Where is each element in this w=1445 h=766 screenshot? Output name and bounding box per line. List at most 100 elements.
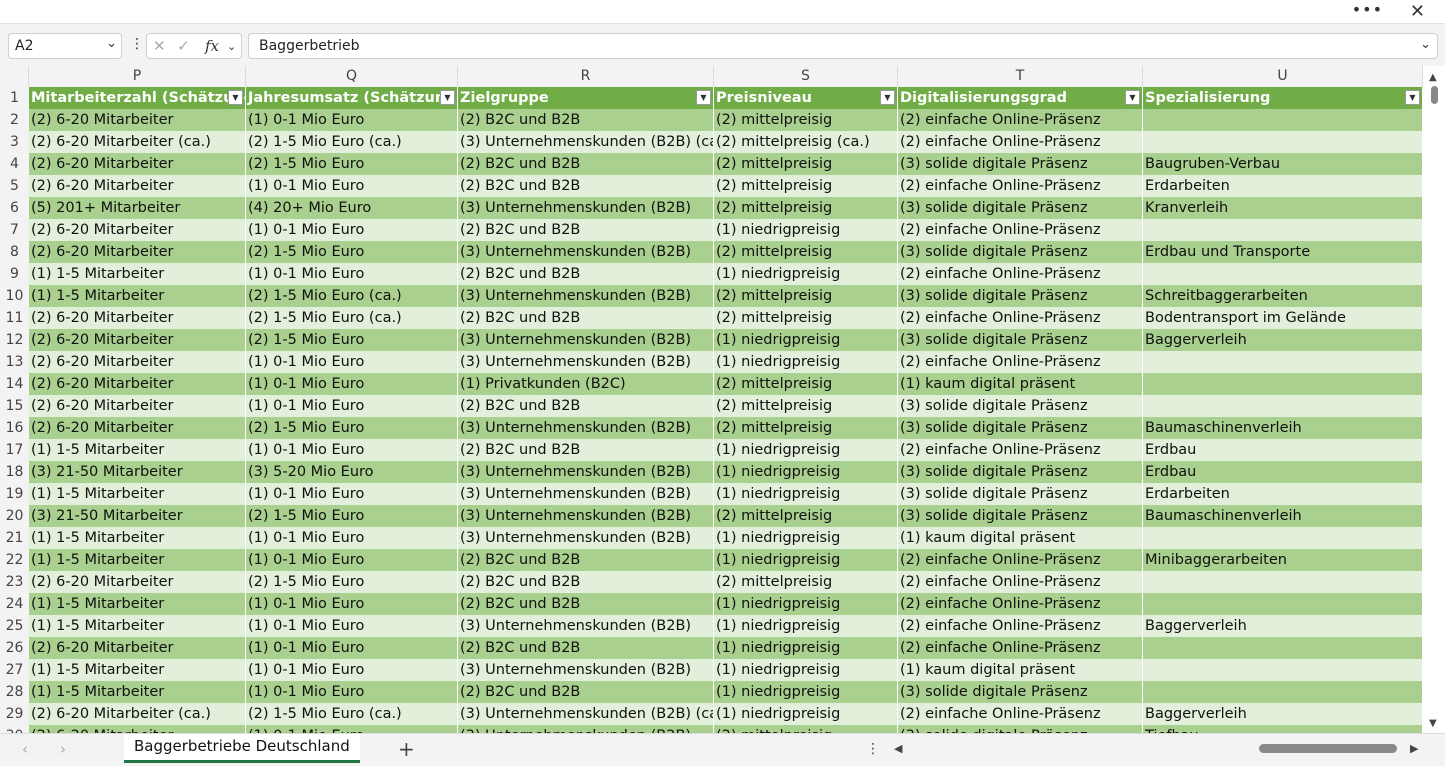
row-number[interactable]: 30 bbox=[0, 725, 29, 733]
table-cell[interactable]: (1) niedrigpreisig bbox=[714, 593, 898, 615]
table-cell[interactable]: (2) mittelpreisig bbox=[714, 373, 898, 395]
table-cell[interactable]: (1) 0-1 Mio Euro bbox=[246, 439, 458, 461]
table-cell[interactable]: Schreitbaggerarbeiten bbox=[1143, 285, 1423, 307]
column-header-u[interactable]: U bbox=[1143, 66, 1423, 87]
column-header-s[interactable]: S bbox=[714, 66, 898, 87]
table-cell[interactable]: (5) 201+ Mitarbeiter bbox=[29, 197, 246, 219]
table-cell[interactable]: (3) Unternehmenskunden (B2B) bbox=[458, 285, 714, 307]
previous-sheet-icon[interactable]: ‹ bbox=[22, 740, 28, 758]
row-number[interactable]: 29 bbox=[0, 703, 29, 725]
table-cell[interactable] bbox=[1143, 659, 1423, 681]
vertical-dots-icon[interactable]: ⋮ bbox=[130, 36, 144, 52]
row-number[interactable]: 1 bbox=[0, 87, 29, 109]
table-cell[interactable]: (3) 21-50 Mitarbeiter bbox=[29, 505, 246, 527]
table-cell[interactable]: (3) Unternehmenskunden (B2B) (ca.) bbox=[458, 703, 714, 725]
row-number[interactable]: 17 bbox=[0, 439, 29, 461]
table-cell[interactable]: (2) einfache Online-Präsenz bbox=[898, 109, 1143, 131]
table-cell[interactable]: (1) niedrigpreisig bbox=[714, 219, 898, 241]
table-cell[interactable]: (3) Unternehmenskunden (B2B) bbox=[458, 505, 714, 527]
expand-formula-icon[interactable]: ⌄ bbox=[1420, 37, 1431, 52]
chevron-down-icon[interactable]: ⌄ bbox=[227, 40, 236, 53]
table-cell[interactable] bbox=[1143, 109, 1423, 131]
row-number[interactable]: 24 bbox=[0, 593, 29, 615]
table-cell[interactable]: (3) Unternehmenskunden (B2B) bbox=[458, 197, 714, 219]
table-cell[interactable]: (3) solide digitale Präsenz bbox=[898, 395, 1143, 417]
table-cell[interactable]: (3) Unternehmenskunden (B2B) bbox=[458, 527, 714, 549]
table-cell[interactable]: (1) niedrigpreisig bbox=[714, 439, 898, 461]
table-cell[interactable]: (2) mittelpreisig bbox=[714, 285, 898, 307]
table-cell[interactable]: Erdarbeiten bbox=[1143, 175, 1423, 197]
filter-dropdown-icon[interactable]: ▼ bbox=[440, 90, 455, 105]
table-cell[interactable]: (1) 0-1 Mio Euro bbox=[246, 483, 458, 505]
table-cell[interactable]: Erdbau bbox=[1143, 461, 1423, 483]
table-cell[interactable] bbox=[1143, 527, 1423, 549]
table-cell[interactable]: (1) 1-5 Mitarbeiter bbox=[29, 285, 246, 307]
chevron-down-icon[interactable]: ⌄ bbox=[106, 36, 117, 51]
table-cell[interactable]: (2) einfache Online-Präsenz bbox=[898, 307, 1143, 329]
row-number[interactable]: 14 bbox=[0, 373, 29, 395]
formula-input[interactable]: Baggerbetrieb ⌄ bbox=[248, 33, 1438, 59]
vertical-scrollbar[interactable]: ▲ ▼ bbox=[1423, 66, 1445, 733]
table-cell[interactable]: (2) B2C und B2B bbox=[458, 681, 714, 703]
table-cell[interactable]: (1) niedrigpreisig bbox=[714, 483, 898, 505]
table-cell[interactable]: (2) einfache Online-Präsenz bbox=[898, 131, 1143, 153]
enter-icon[interactable]: ✓ bbox=[177, 37, 190, 55]
table-cell[interactable]: (2) einfache Online-Präsenz bbox=[898, 615, 1143, 637]
row-number[interactable]: 10 bbox=[0, 285, 29, 307]
table-cell[interactable]: (2) einfache Online-Präsenz bbox=[898, 637, 1143, 659]
row-number[interactable]: 18 bbox=[0, 461, 29, 483]
column-header-q[interactable]: Q bbox=[246, 66, 458, 87]
row-number[interactable]: 8 bbox=[0, 241, 29, 263]
table-cell[interactable]: (1) niedrigpreisig bbox=[714, 703, 898, 725]
table-cell[interactable]: (2) 1-5 Mio Euro (ca.) bbox=[246, 703, 458, 725]
table-cell[interactable]: (3) Unternehmenskunden (B2B) bbox=[458, 351, 714, 373]
row-number[interactable]: 12 bbox=[0, 329, 29, 351]
table-cell[interactable]: (1) niedrigpreisig bbox=[714, 615, 898, 637]
table-cell[interactable]: (3) solide digitale Präsenz bbox=[898, 725, 1143, 733]
vertical-dots-icon[interactable]: ⋮ bbox=[866, 741, 880, 757]
table-cell[interactable] bbox=[1143, 637, 1423, 659]
select-all-corner[interactable] bbox=[0, 66, 29, 87]
row-number[interactable]: 6 bbox=[0, 197, 29, 219]
table-cell[interactable]: (3) solide digitale Präsenz bbox=[898, 483, 1143, 505]
table-cell[interactable]: (1) 1-5 Mitarbeiter bbox=[29, 439, 246, 461]
table-cell[interactable]: (1) 0-1 Mio Euro bbox=[246, 351, 458, 373]
table-cell[interactable]: (2) 1-5 Mio Euro bbox=[246, 241, 458, 263]
insert-function-icon[interactable]: fx bbox=[205, 37, 219, 55]
table-cell[interactable]: (1) niedrigpreisig bbox=[714, 637, 898, 659]
table-cell[interactable]: (3) solide digitale Präsenz bbox=[898, 285, 1143, 307]
row-number[interactable]: 19 bbox=[0, 483, 29, 505]
row-number[interactable]: 9 bbox=[0, 263, 29, 285]
table-cell[interactable]: (1) 0-1 Mio Euro bbox=[246, 659, 458, 681]
table-cell[interactable]: (2) 1-5 Mio Euro bbox=[246, 329, 458, 351]
table-cell[interactable]: (3) solide digitale Präsenz bbox=[898, 241, 1143, 263]
row-number[interactable]: 22 bbox=[0, 549, 29, 571]
table-cell[interactable]: (1) niedrigpreisig bbox=[714, 351, 898, 373]
table-cell[interactable]: (1) niedrigpreisig bbox=[714, 263, 898, 285]
table-cell[interactable]: (3) solide digitale Präsenz bbox=[898, 329, 1143, 351]
table-cell[interactable]: Kranverleih bbox=[1143, 197, 1423, 219]
filter-dropdown-icon[interactable]: ▼ bbox=[228, 90, 243, 105]
table-cell[interactable]: (2) B2C und B2B bbox=[458, 153, 714, 175]
table-cell[interactable]: (1) 0-1 Mio Euro bbox=[246, 175, 458, 197]
table-cell[interactable]: (2) 6-20 Mitarbeiter bbox=[29, 725, 246, 733]
table-cell[interactable]: (2) 6-20 Mitarbeiter bbox=[29, 417, 246, 439]
table-cell[interactable]: (1) 0-1 Mio Euro bbox=[246, 725, 458, 733]
table-cell[interactable]: (3) Unternehmenskunden (B2B) bbox=[458, 241, 714, 263]
table-cell[interactable]: (1) 0-1 Mio Euro bbox=[246, 637, 458, 659]
row-number[interactable]: 13 bbox=[0, 351, 29, 373]
table-cell[interactable]: (1) 1-5 Mitarbeiter bbox=[29, 681, 246, 703]
table-cell[interactable]: (3) 5-20 Mio Euro bbox=[246, 461, 458, 483]
table-cell[interactable]: (1) 0-1 Mio Euro bbox=[246, 109, 458, 131]
name-box[interactable]: A2 ⌄ bbox=[8, 33, 122, 59]
table-cell[interactable]: (2) B2C und B2B bbox=[458, 549, 714, 571]
table-cell[interactable]: (2) 6-20 Mitarbeiter bbox=[29, 175, 246, 197]
table-cell[interactable]: (1) 0-1 Mio Euro bbox=[246, 681, 458, 703]
table-cell[interactable]: (1) 0-1 Mio Euro bbox=[246, 549, 458, 571]
column-header-t[interactable]: T bbox=[898, 66, 1143, 87]
table-cell[interactable]: (2) mittelpreisig bbox=[714, 571, 898, 593]
table-cell[interactable]: (1) 1-5 Mitarbeiter bbox=[29, 527, 246, 549]
table-cell[interactable]: Baggerverleih bbox=[1143, 615, 1423, 637]
table-cell[interactable]: (2) B2C und B2B bbox=[458, 593, 714, 615]
table-cell[interactable]: (2) 6-20 Mitarbeiter bbox=[29, 637, 246, 659]
